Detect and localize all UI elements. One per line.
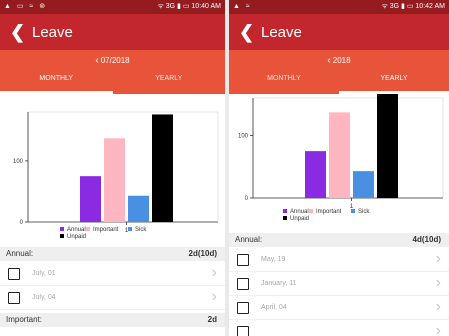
section-total: 2d <box>207 315 217 324</box>
chevron-right-icon[interactable]: › <box>212 288 217 306</box>
legend-label: Unpaid <box>67 234 87 240</box>
bar-annual <box>80 176 101 222</box>
chevron-left-icon[interactable]: ‹ <box>95 55 98 66</box>
list-item[interactable]: May, 19 › <box>229 249 449 272</box>
leave-chart: 0 100 1 Annual Important Sick Unpaid <box>229 94 449 246</box>
tab-monthly[interactable]: MONTHLY <box>229 72 339 92</box>
left-screen: ▲ ▭ ≈ ⊚ ᯤ 3G ▮ ▭ 10:40 AM ❮ Leave ‹ 07/20… <box>0 0 225 336</box>
leave-date: April, 04 <box>261 304 287 311</box>
y-tick-label: 100 <box>13 159 24 165</box>
chevron-right-icon[interactable]: › <box>436 298 441 316</box>
status-bar: ▲ ≈ ᯤ 3G ▮ ▭ 10:42 AM <box>229 0 449 14</box>
tab-yearly[interactable]: YEARLY <box>113 72 226 92</box>
status-icons: ▲ ▭ ≈ ⊚ <box>4 3 48 10</box>
checkbox[interactable] <box>237 326 249 336</box>
legend-label: Important <box>93 227 119 233</box>
list-item[interactable]: › <box>229 321 449 336</box>
legend-label: Important <box>316 209 342 215</box>
chevron-right-icon[interactable]: › <box>436 250 441 268</box>
bar-important <box>104 138 125 222</box>
tab-monthly[interactable]: MONTHLY <box>0 72 113 94</box>
date-label: 07/2018 <box>100 56 130 65</box>
bar-unpaid <box>377 94 398 198</box>
chart-legend: Annual Important Sick Unpaid <box>283 208 443 228</box>
legend-swatch <box>60 234 64 239</box>
legend-swatch <box>283 209 287 214</box>
legend-swatch <box>60 227 64 232</box>
date-nav[interactable]: ‹ 07/2018 <box>0 54 225 68</box>
tab-bar: ‹ 07/2018 MONTHLY YEARLY <box>0 50 225 94</box>
leave-chart: 0 100 1 Annual Important Sick Unpaid <box>0 94 225 246</box>
app-bar: ❮ Leave <box>0 14 225 50</box>
section-label: Important: <box>6 315 43 324</box>
date-nav[interactable]: ‹ 2018 <box>229 54 449 68</box>
leave-date: July, 04 <box>32 294 56 301</box>
bar-sick <box>353 171 374 198</box>
y-tick-label: 0 <box>245 196 249 202</box>
leave-date: May, 19 <box>261 256 286 263</box>
list-item[interactable]: April, 04 › <box>229 297 449 320</box>
legend-item: Unpaid <box>283 215 309 223</box>
section-label: Annual: <box>6 249 34 258</box>
chevron-left-icon[interactable]: ‹ <box>327 55 330 66</box>
date-label: 2018 <box>332 56 351 65</box>
leave-date: July, 01 <box>32 270 56 277</box>
section-header: Annual: 2d(10d) <box>0 247 225 261</box>
section-total: 2d(10d) <box>188 249 217 258</box>
section-header: Annual: 4d(10d) <box>229 233 449 247</box>
legend-swatch <box>283 216 287 221</box>
legend-label: Sick <box>358 209 370 215</box>
page-title: Leave <box>32 24 73 41</box>
legend-label: Sick <box>135 227 147 233</box>
chart-svg: 01001 <box>13 111 219 234</box>
checkbox[interactable] <box>237 278 249 290</box>
section-label: Annual: <box>235 235 263 244</box>
right-screen: ▲ ≈ ᯤ 3G ▮ ▭ 10:42 AM ❮ Leave ‹ 2018 MONT… <box>229 0 449 336</box>
status-icons: ▲ ≈ <box>233 3 252 10</box>
chevron-left-icon[interactable]: ❮ <box>239 23 254 41</box>
chevron-right-icon[interactable]: › <box>436 322 441 336</box>
legend-item: Important <box>309 208 341 216</box>
y-tick-label: 100 <box>238 134 249 140</box>
legend-swatch <box>351 209 355 214</box>
list-item[interactable]: July, 01 › <box>0 263 225 286</box>
leave-date: January, 11 <box>261 280 297 287</box>
section-header: Important: 2d <box>0 313 225 327</box>
app-bar: ❮ Leave <box>229 14 449 50</box>
checkbox[interactable] <box>237 302 249 314</box>
status-right: ᯤ 3G ▮ ▭ 10:42 AM <box>381 3 445 10</box>
section-total: 4d(10d) <box>412 235 441 244</box>
legend-item: Sick <box>351 208 369 216</box>
status-bar: ▲ ▭ ≈ ⊚ ᯤ 3G ▮ ▭ 10:40 AM <box>0 0 225 14</box>
page-title: Leave <box>261 24 302 41</box>
checkbox[interactable] <box>237 254 249 266</box>
y-tick-label: 0 <box>20 220 24 226</box>
legend-item: Sick <box>128 226 146 234</box>
legend-label: Unpaid <box>290 216 310 222</box>
status-right: ᯤ 3G ▮ ▭ 10:40 AM <box>157 3 221 10</box>
checkbox[interactable] <box>8 292 20 304</box>
legend-swatch <box>128 227 132 232</box>
legend-item: Unpaid <box>60 233 86 241</box>
bar-sick <box>128 195 149 222</box>
chevron-left-icon[interactable]: ❮ <box>10 23 25 41</box>
chevron-right-icon[interactable]: › <box>436 274 441 292</box>
legend-swatch <box>86 227 90 232</box>
bar-annual <box>305 151 326 198</box>
chevron-right-icon[interactable]: › <box>212 264 217 282</box>
legend-swatch <box>309 209 313 214</box>
list-item[interactable]: January, 11 › <box>229 273 449 296</box>
tab-yearly[interactable]: YEARLY <box>339 72 449 94</box>
legend-item: Important <box>86 226 118 234</box>
tab-bar: ‹ 2018 MONTHLY YEARLY <box>229 50 449 94</box>
checkbox[interactable] <box>8 268 20 280</box>
chart-legend: Annual Important Sick Unpaid <box>60 226 220 246</box>
list-item[interactable]: July, 04 › <box>0 287 225 310</box>
bar-important <box>329 112 350 198</box>
bar-unpaid <box>152 114 173 222</box>
